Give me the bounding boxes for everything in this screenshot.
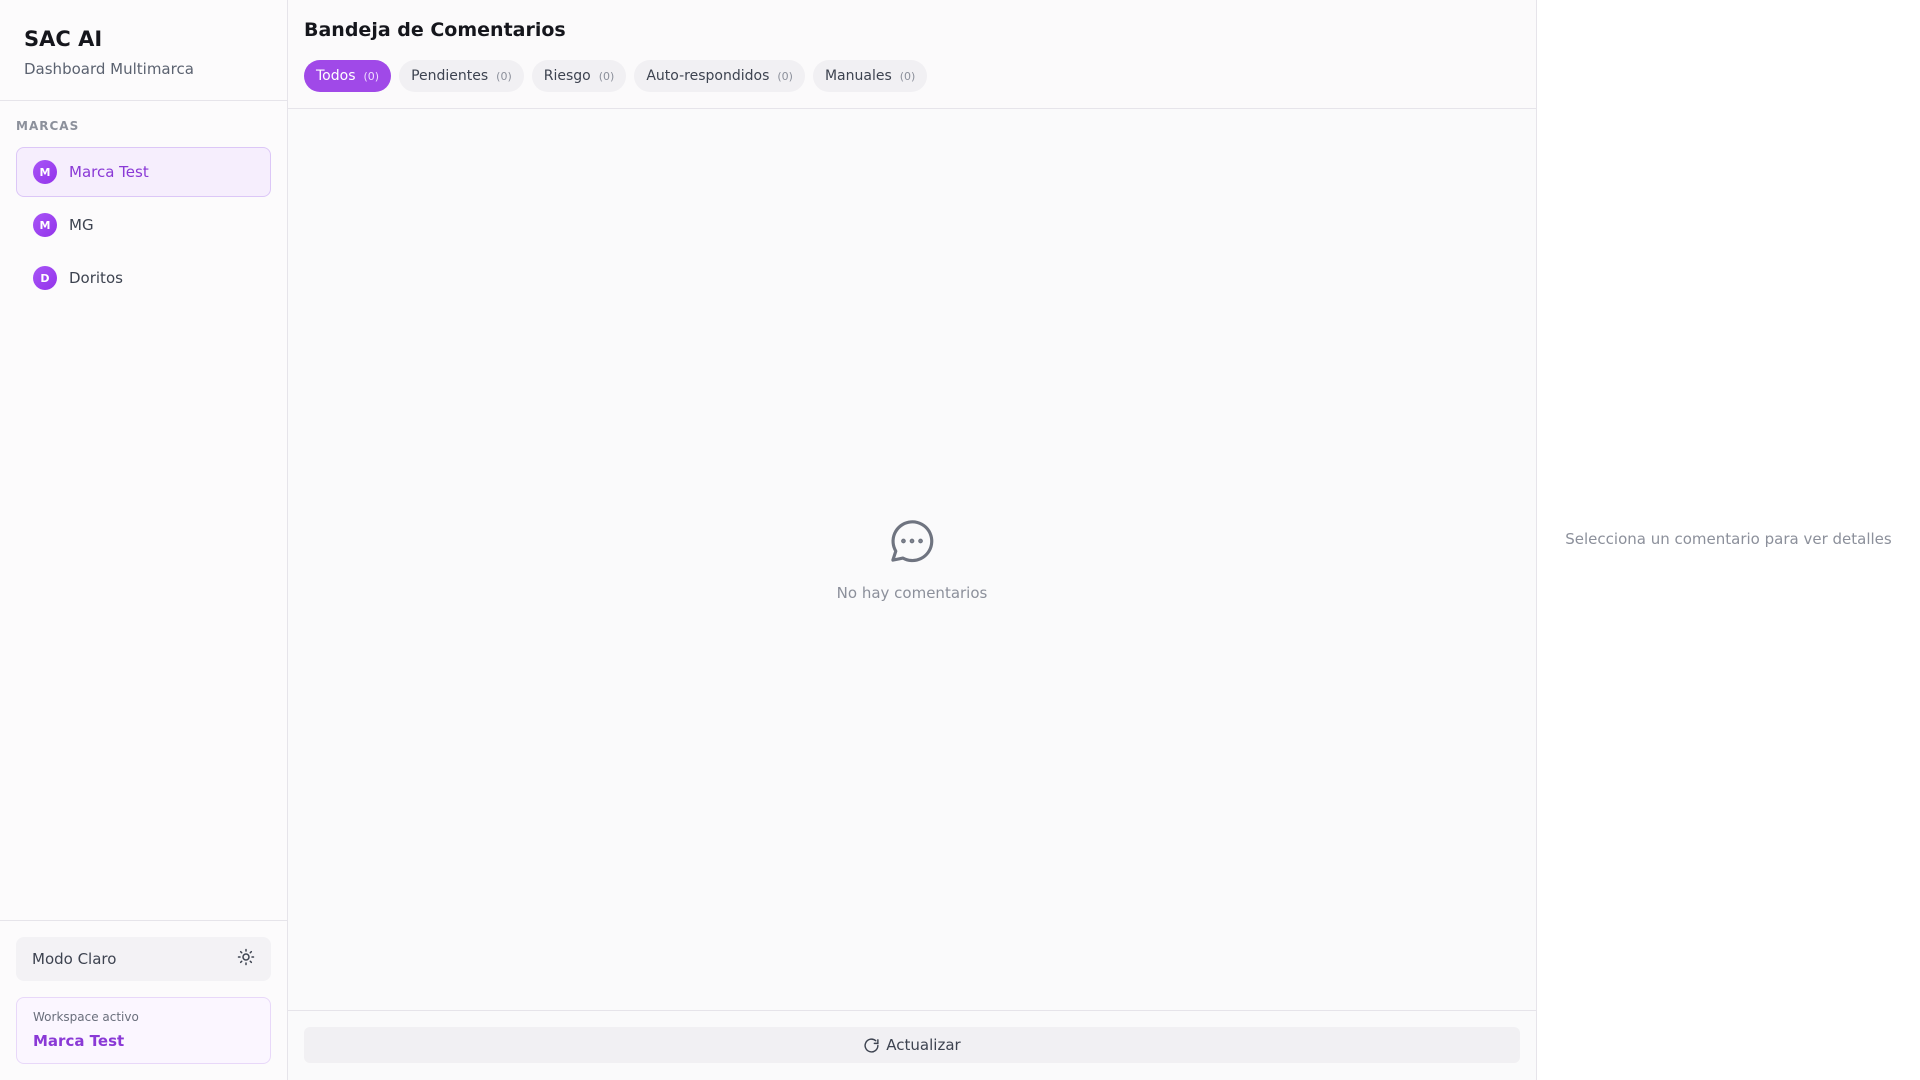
brand-avatar: M	[33, 160, 57, 184]
brand-avatar: M	[33, 213, 57, 237]
sidebar: SAC AI Dashboard Multimarca MARCAS M Mar…	[0, 0, 288, 1080]
empty-state-text: No hay comentarios	[836, 583, 988, 602]
refresh-icon	[863, 1037, 880, 1054]
tab-todos[interactable]: Todos (0)	[304, 60, 392, 92]
tab-count: (0)	[899, 69, 916, 83]
workspace-name: Marca Test	[33, 1032, 125, 1050]
brands-section: MARCAS M Marca Test M MG D Doritos	[0, 101, 287, 920]
tab-label: Todos	[316, 68, 356, 84]
brand-item-label: MG	[69, 216, 94, 234]
brand-item-marca-test[interactable]: M Marca Test	[16, 147, 271, 197]
tab-manuales[interactable]: Manuales (0)	[812, 60, 928, 92]
app-title: SAC AI	[24, 27, 103, 51]
workspace-label: Workspace activo	[33, 1010, 139, 1024]
brand-list: M Marca Test M MG D Doritos	[16, 147, 271, 303]
brand-avatar: D	[33, 266, 57, 290]
comment-details-panel: Selecciona un comentario para ver detall…	[1537, 0, 1920, 1080]
tab-count: (0)	[496, 69, 512, 83]
tab-label: Manuales	[824, 68, 892, 84]
filter-tabs: Todos (0) Pendientes (0) Riesgo (0) Auto…	[304, 60, 1520, 92]
brand-item-mg[interactable]: M MG	[16, 200, 271, 250]
comments-inbox: Bandeja de Comentarios Todos (0) Pendien…	[288, 0, 1537, 1080]
theme-toggle-button[interactable]: Modo Claro	[16, 937, 271, 981]
brand-item-label: Marca Test	[69, 163, 149, 181]
details-placeholder: Selecciona un comentario para ver detall…	[1565, 530, 1892, 548]
sun-icon	[237, 948, 255, 970]
theme-toggle-label: Modo Claro	[32, 950, 117, 968]
brand-item-label: Doritos	[69, 269, 123, 287]
tab-riesgo[interactable]: Riesgo (0)	[531, 60, 627, 92]
message-circle-icon	[885, 514, 939, 568]
sidebar-footer: Modo Claro Workspace activo Marca Test	[0, 920, 287, 1080]
tab-label: Pendientes	[411, 68, 489, 84]
refresh-button[interactable]: Actualizar	[304, 1027, 1520, 1063]
brand-header: SAC AI Dashboard Multimarca	[0, 0, 287, 101]
tab-count: (0)	[777, 69, 793, 83]
page-title: Bandeja de Comentarios	[304, 19, 566, 41]
empty-state: No hay comentarios	[288, 109, 1536, 1010]
tab-label: Riesgo	[543, 68, 591, 84]
tab-auto-respondidos[interactable]: Auto-respondidos (0)	[634, 60, 805, 92]
inbox-header: Bandeja de Comentarios Todos (0) Pendien…	[288, 0, 1536, 109]
app-subtitle: Dashboard Multimarca	[24, 60, 194, 78]
active-workspace-card: Workspace activo Marca Test	[16, 997, 271, 1064]
brands-section-label: MARCAS	[16, 119, 80, 133]
app-root: SAC AI Dashboard Multimarca MARCAS M Mar…	[0, 0, 1920, 1080]
tab-pendientes[interactable]: Pendientes (0)	[399, 60, 524, 92]
tab-label: Auto-respondidos	[646, 68, 770, 84]
refresh-button-label: Actualizar	[886, 1036, 961, 1054]
brand-item-doritos[interactable]: D Doritos	[16, 253, 271, 303]
inbox-footer: Actualizar	[288, 1010, 1536, 1080]
tab-count: (0)	[598, 69, 615, 83]
tab-count: (0)	[363, 69, 380, 83]
